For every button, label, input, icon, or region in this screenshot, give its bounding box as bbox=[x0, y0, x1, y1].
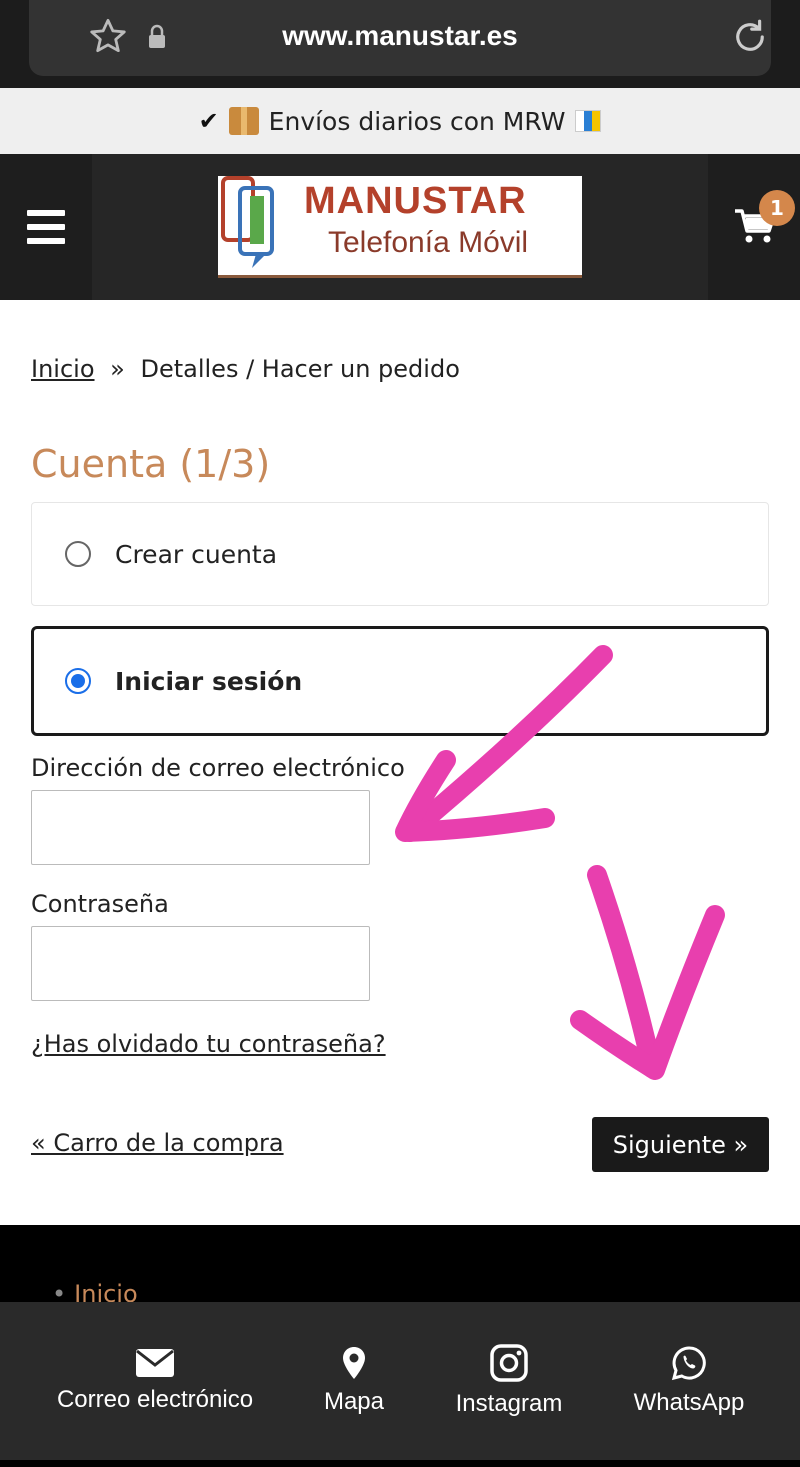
reload-icon[interactable] bbox=[729, 16, 771, 58]
email-contact-label: Correo electrónico bbox=[56, 1386, 254, 1413]
login-label: Iniciar sesión bbox=[115, 666, 303, 696]
phones-logo-icon bbox=[221, 176, 274, 268]
shipping-banner: ✔ Envíos diarios con MRW bbox=[0, 88, 800, 154]
whatsapp-button[interactable]: WhatsApp bbox=[618, 1302, 760, 1460]
instagram-label: Instagram bbox=[455, 1390, 563, 1417]
bottom-contact-bar: Correo electrónico Mapa Instagram WhatsA… bbox=[0, 1302, 800, 1460]
breadcrumb-separator: » bbox=[110, 355, 125, 383]
cart-count-badge: 1 bbox=[759, 190, 795, 226]
shipping-text: Envíos diarios con MRW bbox=[268, 106, 566, 136]
whatsapp-icon bbox=[671, 1346, 706, 1381]
instagram-button[interactable]: Instagram bbox=[440, 1302, 578, 1460]
whatsapp-label: WhatsApp bbox=[633, 1389, 745, 1416]
check-icon: ✔ bbox=[198, 107, 219, 135]
envelope-icon bbox=[136, 1349, 174, 1377]
logo-title: MANUSTAR bbox=[304, 180, 527, 222]
next-button[interactable]: Siguiente » bbox=[592, 1117, 769, 1172]
create-account-label: Crear cuenta bbox=[115, 539, 278, 569]
email-field[interactable] bbox=[31, 790, 370, 865]
canary-flag-icon bbox=[575, 110, 602, 132]
breadcrumb-home-link[interactable]: Inicio bbox=[31, 355, 95, 383]
browser-bar: www.manustar.es bbox=[0, 0, 800, 88]
hamburger-menu-button[interactable] bbox=[0, 154, 92, 300]
back-to-cart-link[interactable]: « Carro de la compra bbox=[31, 1129, 284, 1157]
password-field[interactable] bbox=[31, 926, 370, 1001]
hamburger-line bbox=[27, 210, 65, 216]
package-icon bbox=[228, 107, 259, 135]
password-label: Contraseña bbox=[31, 890, 169, 918]
create-account-option[interactable]: Crear cuenta bbox=[31, 502, 769, 606]
hamburger-line bbox=[27, 238, 65, 244]
map-button[interactable]: Mapa bbox=[300, 1302, 408, 1460]
forgot-password-link[interactable]: ¿Has olvidado tu contraseña? bbox=[31, 1030, 386, 1058]
breadcrumb: Inicio » Detalles / Hacer un pedido bbox=[31, 355, 460, 383]
breadcrumb-current: Detalles / Hacer un pedido bbox=[140, 355, 460, 383]
login-option[interactable]: Iniciar sesión bbox=[31, 626, 769, 736]
section-title: Cuenta (1/3) bbox=[31, 442, 271, 486]
logo-subtitle: Telefonía Móvil bbox=[328, 226, 529, 259]
hamburger-line bbox=[27, 224, 65, 230]
url-text[interactable]: www.manustar.es bbox=[29, 20, 771, 52]
instagram-icon bbox=[490, 1344, 528, 1382]
create-account-radio[interactable] bbox=[65, 541, 91, 567]
email-contact-button[interactable]: Correo electrónico bbox=[20, 1302, 290, 1460]
main-content: Inicio » Detalles / Hacer un pedido Cuen… bbox=[0, 300, 800, 1225]
login-radio[interactable] bbox=[65, 668, 91, 694]
email-label: Dirección de correo electrónico bbox=[31, 754, 405, 782]
site-logo[interactable]: MANUSTAR Telefonía Móvil bbox=[218, 176, 582, 278]
map-pin-icon bbox=[343, 1347, 365, 1379]
url-bar[interactable]: www.manustar.es bbox=[29, 0, 771, 76]
map-label: Mapa bbox=[323, 1388, 385, 1415]
cart-button[interactable] bbox=[708, 154, 800, 300]
